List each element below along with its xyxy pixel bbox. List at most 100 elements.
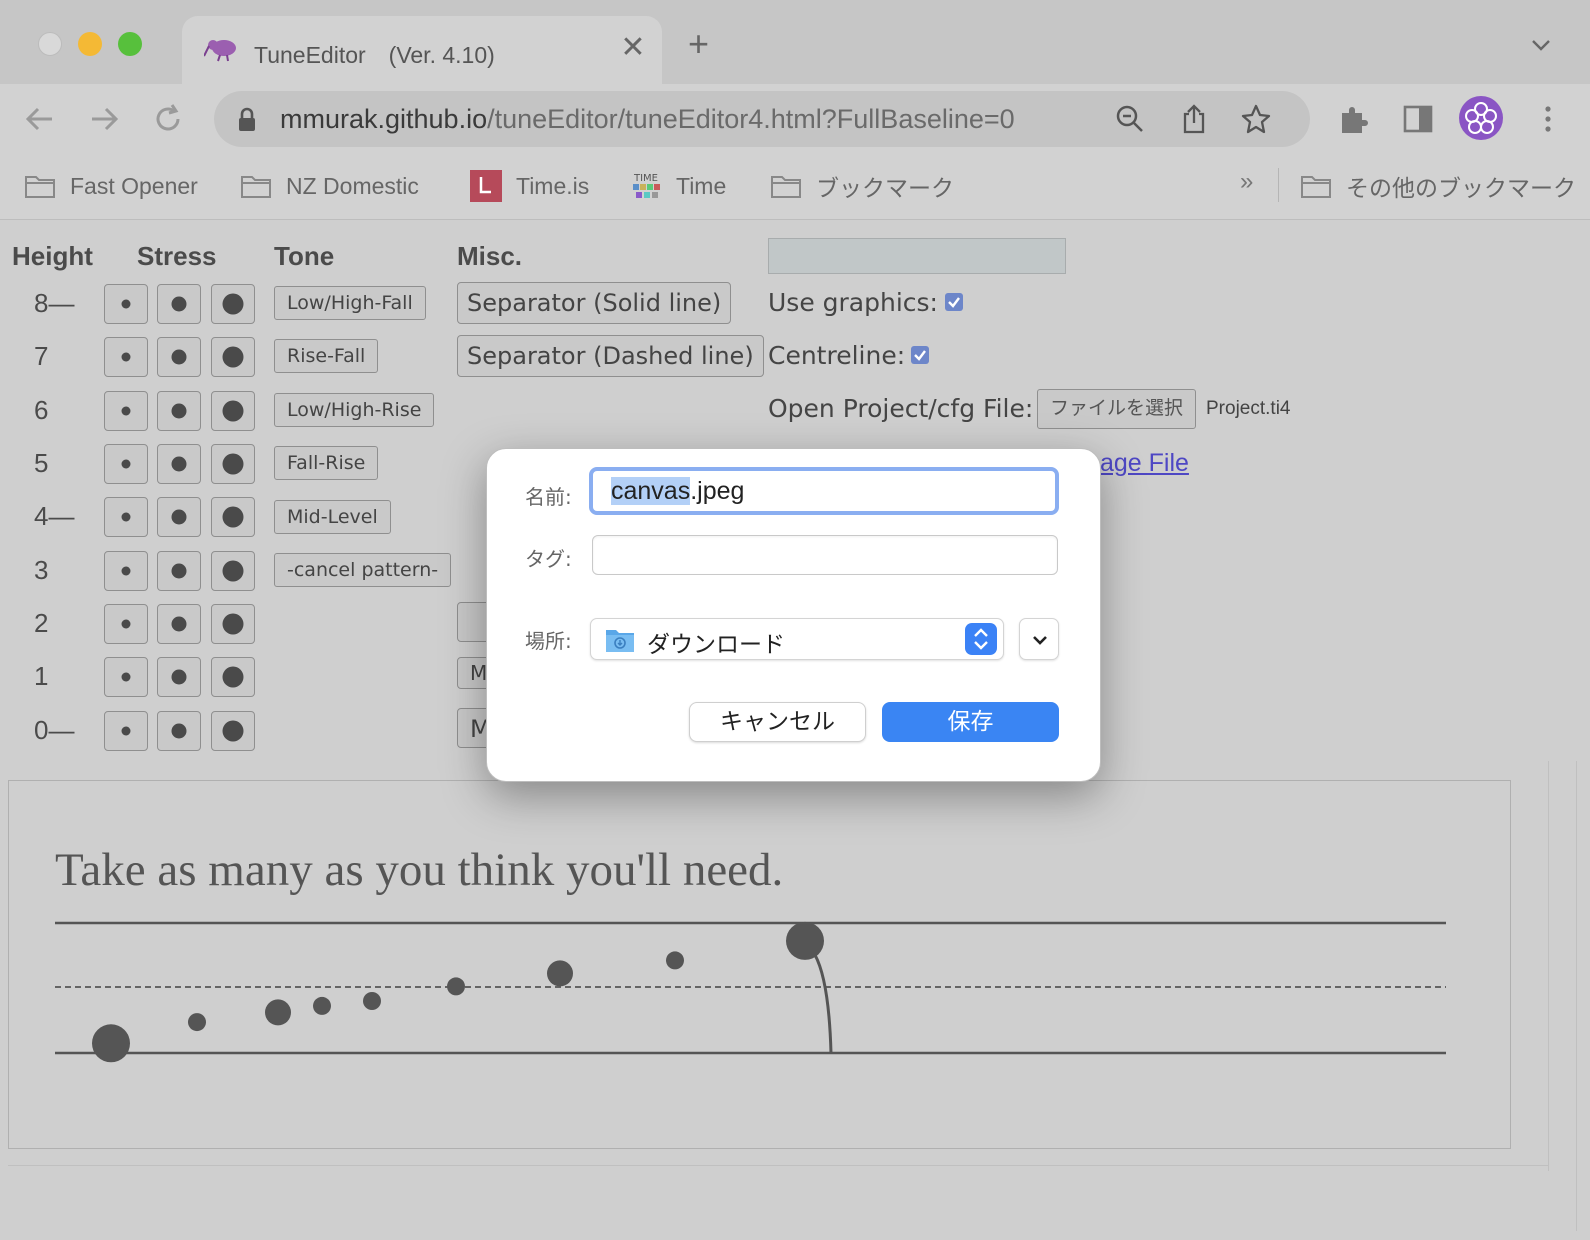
updown-chevron-icon bbox=[974, 628, 988, 650]
zoom-icon[interactable] bbox=[1114, 103, 1146, 135]
bookmarks-overflow-button[interactable]: » bbox=[1240, 168, 1253, 196]
save-image-file-link[interactable]: age File bbox=[1100, 449, 1189, 478]
use-graphics-label: Use graphics: bbox=[768, 288, 938, 317]
file-name-input[interactable]: canvas.jpeg bbox=[589, 467, 1059, 515]
side-panel-icon[interactable] bbox=[1400, 101, 1436, 137]
stress-button[interactable] bbox=[211, 284, 255, 324]
tag-input[interactable] bbox=[592, 535, 1058, 575]
tune-dot bbox=[363, 992, 381, 1010]
tab-search-chevron-icon[interactable] bbox=[1530, 34, 1552, 56]
stress-button[interactable] bbox=[211, 444, 255, 484]
stress-button[interactable] bbox=[211, 551, 255, 591]
bookmark-time[interactable]: TIME Time bbox=[630, 168, 726, 204]
stress-button[interactable] bbox=[157, 551, 201, 591]
stress-button[interactable] bbox=[157, 604, 201, 644]
url-path: /tuneEditor/tuneEditor4.html?FullBaselin… bbox=[487, 104, 1015, 134]
stress-button[interactable] bbox=[211, 391, 255, 431]
stress-button[interactable] bbox=[104, 497, 148, 537]
stress-dot-icon bbox=[171, 403, 187, 419]
stress-dot-icon bbox=[171, 349, 187, 365]
tune-dot bbox=[313, 996, 331, 1015]
stress-dot-icon bbox=[222, 453, 244, 475]
bookmarks-divider bbox=[1278, 168, 1279, 202]
bookmark-other-bookmarks[interactable]: その他のブックマーク bbox=[1300, 168, 1576, 204]
stress-dot-icon bbox=[121, 566, 131, 576]
bookmark-label: Fast Opener bbox=[70, 172, 198, 199]
height-header: Height bbox=[12, 241, 93, 271]
save-button[interactable]: 保存 bbox=[882, 702, 1059, 742]
address-bar[interactable]: mmurak.github.io/tuneEditor/tuneEditor4.… bbox=[214, 91, 1310, 147]
window-minimize-button[interactable] bbox=[78, 32, 102, 56]
star-icon[interactable] bbox=[1240, 103, 1272, 135]
bookmark-time-is[interactable]: Time.is bbox=[470, 168, 589, 204]
stress-button[interactable] bbox=[211, 604, 255, 644]
tab-close-icon[interactable]: ✕ bbox=[618, 30, 648, 65]
stress-button[interactable] bbox=[104, 657, 148, 697]
stress-button[interactable] bbox=[211, 497, 255, 537]
active-tab[interactable]: TuneEditor (Ver. 4.10) ✕ bbox=[182, 16, 662, 84]
reload-icon[interactable] bbox=[150, 101, 186, 137]
stress-button[interactable] bbox=[211, 711, 255, 751]
tone-low-high-rise-button[interactable]: Low/High-Rise bbox=[274, 393, 435, 427]
text-input[interactable] bbox=[768, 238, 1066, 274]
window-maximize-button[interactable] bbox=[118, 32, 142, 56]
tone-fall-rise-button[interactable]: Fall-Rise bbox=[274, 446, 379, 480]
menu-icon[interactable] bbox=[1530, 101, 1566, 137]
new-tab-button[interactable]: + bbox=[688, 26, 709, 62]
use-graphics-checkbox[interactable] bbox=[945, 293, 963, 311]
stress-button[interactable] bbox=[157, 284, 201, 324]
tone-header: Tone bbox=[274, 241, 335, 271]
stress-button[interactable] bbox=[157, 337, 201, 377]
separator-solid-button[interactable]: Separator (Solid line) bbox=[457, 282, 732, 324]
stress-button[interactable] bbox=[157, 444, 201, 484]
centreline-checkbox[interactable] bbox=[911, 346, 929, 364]
forward-icon[interactable] bbox=[86, 101, 122, 137]
height-label: 4— bbox=[34, 501, 75, 531]
choose-file-button[interactable]: ファイルを選択 bbox=[1037, 389, 1197, 429]
stress-button[interactable] bbox=[157, 497, 201, 537]
bookmark-fast-opener[interactable]: Fast Opener bbox=[24, 168, 198, 204]
stress-button[interactable] bbox=[157, 711, 201, 751]
profile-avatar[interactable] bbox=[1459, 96, 1503, 140]
cancel-button[interactable]: キャンセル bbox=[689, 702, 866, 742]
stress-button[interactable] bbox=[157, 657, 201, 697]
lock-icon[interactable] bbox=[236, 107, 258, 133]
stress-button[interactable] bbox=[104, 604, 148, 644]
separator-dashed-button[interactable]: Separator (Dashed line) bbox=[457, 335, 764, 377]
stress-dot-icon bbox=[171, 669, 187, 685]
tune-dot bbox=[547, 960, 573, 987]
name-label: 名前: bbox=[525, 485, 572, 509]
url-text[interactable]: mmurak.github.io/tuneEditor/tuneEditor4.… bbox=[280, 104, 1015, 135]
stress-button[interactable] bbox=[104, 711, 148, 751]
stress-button[interactable] bbox=[211, 337, 255, 377]
height-label: 3 bbox=[34, 555, 49, 585]
window-close-button[interactable] bbox=[38, 32, 62, 56]
height-label: 7 bbox=[34, 341, 49, 371]
bookmark-label: Time.is bbox=[516, 172, 590, 199]
bookmark-nz-domestic[interactable]: NZ Domestic bbox=[240, 168, 419, 204]
back-icon[interactable] bbox=[22, 101, 58, 137]
stress-button[interactable] bbox=[104, 391, 148, 431]
stress-dot-icon bbox=[121, 352, 131, 362]
stress-dot-icon bbox=[121, 726, 131, 736]
stress-dot-icon bbox=[121, 299, 131, 309]
bookmark-folder-bookmarks[interactable]: ブックマーク bbox=[770, 168, 954, 204]
tone-low-high-fall-button[interactable]: Low/High-Fall bbox=[274, 286, 426, 320]
tone-cancel-pattern-button[interactable]: -cancel pattern- bbox=[274, 553, 452, 587]
stress-button[interactable] bbox=[104, 284, 148, 324]
stress-dot-icon bbox=[222, 666, 244, 688]
stress-button[interactable] bbox=[211, 657, 255, 697]
tone-mid-level-button[interactable]: Mid-Level bbox=[274, 500, 391, 534]
height-label: 6 bbox=[34, 395, 49, 425]
location-stepper[interactable] bbox=[965, 623, 997, 655]
stress-button[interactable] bbox=[104, 337, 148, 377]
tone-rise-fall-button[interactable]: Rise-Fall bbox=[274, 339, 379, 373]
extensions-icon[interactable] bbox=[1336, 101, 1372, 137]
location-select[interactable]: ダウンロード bbox=[590, 618, 1004, 660]
share-icon[interactable] bbox=[1178, 103, 1210, 135]
stress-button[interactable] bbox=[104, 444, 148, 484]
stress-button[interactable] bbox=[104, 551, 148, 591]
tune-canvas[interactable]: Take as many as you think you'll need. bbox=[8, 780, 1511, 1149]
stress-button[interactable] bbox=[157, 391, 201, 431]
expand-dialog-button[interactable] bbox=[1019, 618, 1059, 660]
